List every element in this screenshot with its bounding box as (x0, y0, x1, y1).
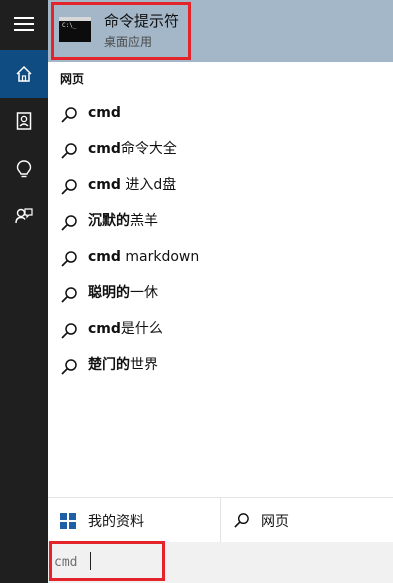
menu-button[interactable] (0, 0, 48, 48)
left-rail (0, 0, 48, 583)
search-icon (61, 107, 77, 123)
menu-icon (14, 17, 34, 31)
suggestion-item[interactable]: cmd 进入d盘 (48, 168, 393, 204)
web-button[interactable]: 网页 (221, 498, 393, 543)
suggestion-text: 楚门的世界 (88, 357, 158, 373)
feedback-button[interactable] (0, 192, 48, 240)
suggestion-item[interactable]: 楚门的世界 (48, 348, 393, 384)
search-icon (61, 251, 77, 267)
suggestion-text: 沉默的羔羊 (88, 213, 158, 229)
web-section-header: 网页 (60, 72, 85, 86)
lightbulb-icon (16, 159, 32, 177)
search-icon (61, 323, 77, 339)
suggestion-item[interactable]: cmd markdown (48, 240, 393, 276)
suggestion-item[interactable]: 沉默的羔羊 (48, 204, 393, 240)
search-icon (61, 287, 77, 303)
search-icon (61, 215, 77, 231)
suggestion-text: cmd 进入d盘 (88, 177, 177, 193)
search-highlight-box (49, 541, 165, 581)
search-icon (61, 359, 77, 375)
suggestion-item[interactable]: cmd (48, 96, 393, 132)
my-stuff-label: 我的资料 (88, 514, 144, 530)
home-button[interactable] (0, 50, 48, 98)
search-scope-bar: 我的资料 网页 (48, 497, 393, 543)
suggestion-item[interactable]: 聪明的一休 (48, 276, 393, 312)
best-match-highlight-box (51, 2, 191, 60)
notebook-icon (16, 112, 32, 130)
suggestion-text: 聪明的一休 (88, 285, 158, 301)
web-label: 网页 (261, 514, 289, 530)
home-icon (16, 65, 32, 82)
suggestion-item[interactable]: cmd命令大全 (48, 132, 393, 168)
reminders-button[interactable] (0, 145, 48, 193)
notebook-button[interactable] (0, 97, 48, 145)
feedback-icon (15, 208, 33, 224)
suggestion-text: cmd是什么 (88, 321, 163, 337)
search-icon (234, 513, 249, 528)
search-icon (61, 143, 77, 159)
suggestion-item[interactable]: cmd是什么 (48, 312, 393, 348)
suggestion-text: cmd markdown (88, 249, 200, 265)
search-icon (61, 179, 77, 195)
suggestion-text: cmd命令大全 (88, 141, 177, 157)
my-stuff-button[interactable]: 我的资料 (48, 498, 220, 543)
suggestion-text: cmd (88, 105, 121, 121)
windows-logo-icon (60, 513, 76, 529)
